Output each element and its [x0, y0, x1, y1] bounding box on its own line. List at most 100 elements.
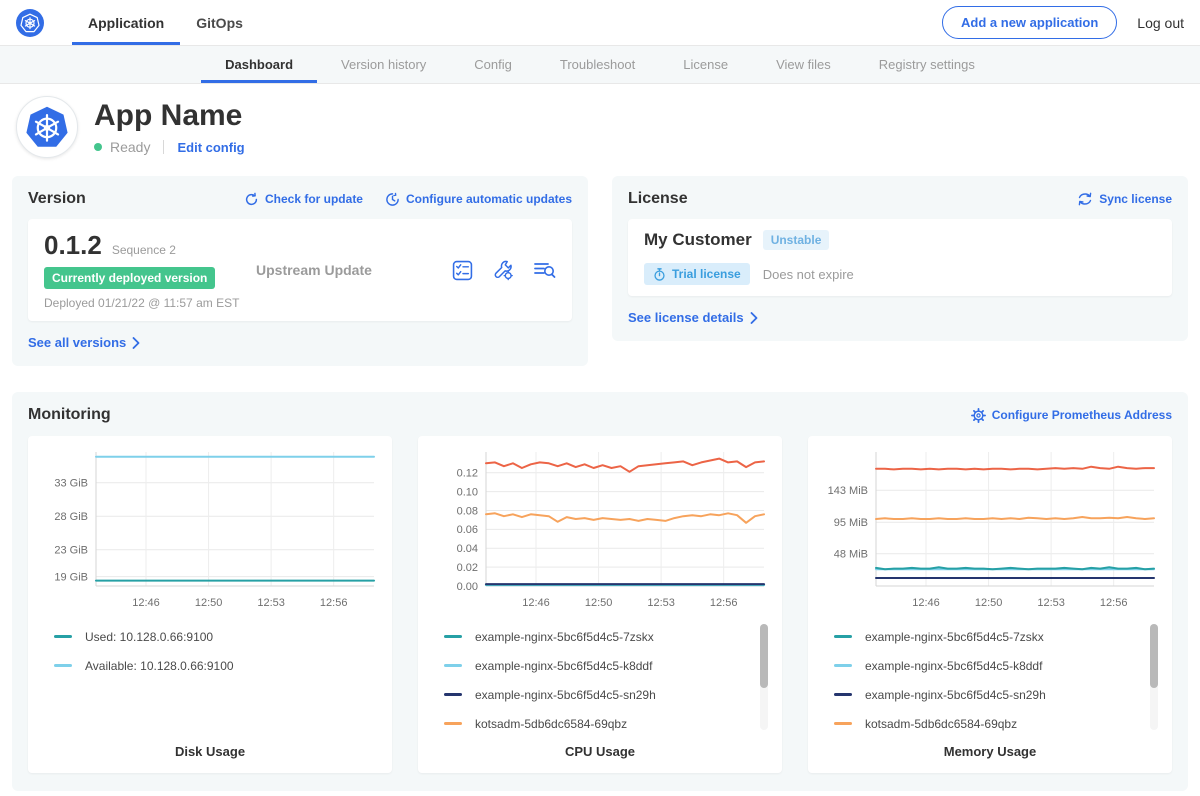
see-all-versions-label: See all versions — [28, 335, 126, 350]
svg-text:0.06: 0.06 — [457, 524, 478, 536]
legend-swatch — [834, 664, 852, 667]
add-application-button[interactable]: Add a new application — [942, 6, 1117, 39]
sync-license-link[interactable]: Sync license — [1077, 192, 1172, 206]
legend-swatch — [444, 693, 462, 696]
app-avatar — [16, 96, 78, 158]
svg-text:12:50: 12:50 — [195, 597, 223, 609]
legend-label: example-nginx-5bc6f5d4c5-k8ddf — [475, 659, 652, 673]
gear-icon — [971, 408, 986, 423]
legend-scrollbar[interactable] — [760, 624, 768, 730]
svg-text:0.04: 0.04 — [457, 543, 478, 555]
app-header: App Name Ready Edit config — [0, 84, 1200, 168]
legend-item: example-nginx-5bc6f5d4c5-7zskx — [444, 622, 752, 651]
legend-swatch — [834, 722, 852, 725]
chevron-right-icon — [750, 312, 758, 324]
legend-swatch — [444, 664, 462, 667]
version-number: 0.1.2 — [44, 230, 102, 261]
svg-text:0.00: 0.00 — [457, 581, 478, 593]
svg-text:12:56: 12:56 — [710, 597, 738, 609]
legend-label: example-nginx-5bc6f5d4c5-sn29h — [865, 688, 1046, 702]
legend-scrollbar[interactable] — [1150, 624, 1158, 730]
see-all-versions-link[interactable]: See all versions — [28, 335, 140, 350]
legend-label: example-nginx-5bc6f5d4c5-7zskx — [475, 630, 654, 644]
legend-item: example-nginx-5bc6f5d4c5-k8ddf — [444, 651, 752, 680]
cpu-usage-legend: example-nginx-5bc6f5d4c5-7zskx example-ng… — [430, 622, 770, 738]
legend-item: Used: 10.128.0.66:9100 — [54, 622, 362, 651]
tab-registry-settings[interactable]: Registry settings — [855, 46, 999, 83]
configure-prometheus-link[interactable]: Configure Prometheus Address — [971, 408, 1172, 423]
legend-scrollbar-thumb[interactable] — [760, 624, 768, 688]
tab-config[interactable]: Config — [450, 46, 536, 83]
app-logo[interactable] — [16, 0, 44, 45]
edit-config-version-button[interactable] — [492, 259, 514, 281]
svg-text:12:53: 12:53 — [257, 597, 285, 609]
top-bar: Application GitOps Add a new application… — [0, 0, 1200, 46]
logs-search-icon — [533, 260, 556, 280]
svg-text:12:56: 12:56 — [320, 597, 348, 609]
nav-application[interactable]: Application — [72, 0, 180, 45]
svg-text:48 MiB: 48 MiB — [834, 549, 868, 561]
ready-status-dot — [94, 143, 102, 151]
refresh-icon — [244, 192, 259, 207]
logout-button[interactable]: Log out — [1137, 15, 1184, 31]
charts-row: 19 GiB23 GiB28 GiB33 GiB12:4612:5012:531… — [28, 436, 1172, 773]
svg-text:12:46: 12:46 — [132, 597, 160, 609]
version-card: Version Check for update Configure au — [12, 176, 588, 366]
chevron-right-icon — [132, 337, 140, 349]
svg-text:0.02: 0.02 — [457, 562, 478, 574]
tab-license[interactable]: License — [659, 46, 752, 83]
version-source-label: Upstream Update — [256, 262, 452, 278]
svg-text:12:46: 12:46 — [912, 597, 940, 609]
edit-config-link[interactable]: Edit config — [177, 140, 244, 155]
tab-dashboard-label: Dashboard — [225, 57, 293, 72]
svg-text:19 GiB: 19 GiB — [54, 571, 88, 583]
legend-item: kotsadm-5db6dc6584-69qbz — [834, 709, 1142, 738]
summary-cards-row: Version Check for update Configure au — [0, 168, 1200, 366]
see-license-details-label: See license details — [628, 310, 744, 325]
tab-version-history-label: Version history — [341, 57, 426, 72]
nav-gitops[interactable]: GitOps — [180, 0, 259, 45]
tab-dashboard[interactable]: Dashboard — [201, 46, 317, 83]
disk-usage-legend: Used: 10.128.0.66:9100Available: 10.128.… — [40, 622, 380, 738]
page-title: App Name — [94, 99, 245, 132]
app-sub-nav: Dashboard Version history Config Trouble… — [0, 46, 1200, 84]
view-deploy-logs-button[interactable] — [533, 260, 556, 280]
legend-swatch — [444, 635, 462, 638]
tab-registry-settings-label: Registry settings — [879, 57, 975, 72]
deployed-timestamp: Deployed 01/21/22 @ 11:57 am EST — [44, 296, 256, 310]
kubernetes-app-icon — [25, 105, 69, 149]
deployed-status-badge: Currently deployed version — [44, 267, 215, 289]
legend-swatch — [834, 693, 852, 696]
license-expiry: Does not expire — [763, 267, 854, 282]
svg-text:0.10: 0.10 — [457, 486, 478, 498]
see-license-details-link[interactable]: See license details — [628, 310, 758, 325]
tab-troubleshoot[interactable]: Troubleshoot — [536, 46, 659, 83]
ready-status-text: Ready — [110, 139, 150, 155]
monitoring-card: Monitoring Configure Prometheus Address — [12, 392, 1188, 791]
license-type-badge: Trial license — [644, 263, 750, 285]
configure-automatic-updates-link[interactable]: Configure automatic updates — [385, 192, 572, 207]
configure-automatic-updates-label: Configure automatic updates — [406, 192, 572, 206]
legend-swatch — [444, 722, 462, 725]
tab-view-files[interactable]: View files — [752, 46, 855, 83]
legend-label: kotsadm-5db6dc6584-69qbz — [475, 717, 627, 731]
legend-swatch — [54, 635, 72, 638]
disk-usage-chart-canvas: 19 GiB23 GiB28 GiB33 GiB12:4612:5012:531… — [40, 444, 380, 612]
legend-scrollbar-thumb[interactable] — [1150, 624, 1158, 688]
svg-text:33 GiB: 33 GiB — [54, 478, 88, 490]
legend-label: example-nginx-5bc6f5d4c5-sn29h — [475, 688, 656, 702]
customer-name: My Customer — [644, 230, 752, 250]
configure-prometheus-label: Configure Prometheus Address — [992, 408, 1172, 422]
check-for-update-link[interactable]: Check for update — [244, 192, 363, 207]
license-card-title: License — [628, 190, 688, 208]
tab-version-history[interactable]: Version history — [317, 46, 450, 83]
legend-item: example-nginx-5bc6f5d4c5-sn29h — [444, 680, 752, 709]
legend-label: kotsadm-5db6dc6584-69qbz — [865, 717, 1017, 731]
legend-item: example-nginx-5bc6f5d4c5-sn29h — [834, 680, 1142, 709]
memory-usage-legend: example-nginx-5bc6f5d4c5-7zskxexample-ng… — [820, 622, 1160, 738]
kubernetes-logo-icon — [16, 9, 44, 37]
legend-label: example-nginx-5bc6f5d4c5-k8ddf — [865, 659, 1042, 673]
chart-title: Disk Usage — [40, 744, 380, 759]
preflight-checks-button[interactable] — [452, 260, 473, 281]
stopwatch-icon — [653, 268, 666, 281]
